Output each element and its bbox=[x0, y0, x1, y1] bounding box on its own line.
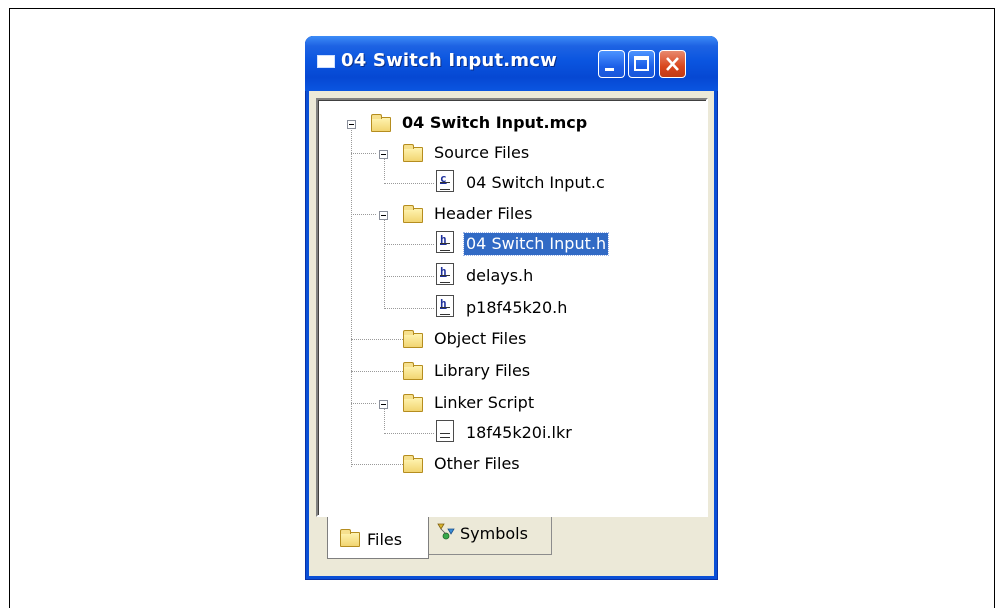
tab-label: Files bbox=[367, 530, 403, 549]
symbols-icon bbox=[437, 523, 455, 540]
project-tree-panel[interactable]: 04 Switch Input.mcp Source Files c 04 Sw… bbox=[316, 98, 708, 517]
tree-node-label: Linker Script bbox=[434, 393, 535, 412]
tree-node-source-file[interactable]: c 04 Switch Input.c bbox=[341, 170, 605, 194]
tree-node-object-files[interactable]: Object Files bbox=[341, 328, 601, 350]
folder-icon bbox=[403, 144, 423, 162]
tree-node-label: Object Files bbox=[434, 329, 527, 348]
tree-node-label: Other Files bbox=[434, 454, 520, 473]
tree-node-linker-file[interactable]: 18f45k20i.lkr bbox=[341, 420, 601, 444]
project-window: 04 Switch Input.mcw 04 Switch Input.mcp … bbox=[305, 36, 718, 580]
tree-node-label: 04 Switch Input.c bbox=[466, 173, 605, 192]
tree-node-other-files[interactable]: Other Files bbox=[341, 453, 601, 475]
tree-node-header-file[interactable]: h delays.h bbox=[341, 263, 601, 287]
folder-icon bbox=[403, 455, 423, 473]
document-icon bbox=[436, 420, 454, 442]
folder-icon bbox=[403, 205, 423, 223]
h-file-icon: h bbox=[436, 231, 454, 253]
collapse-icon[interactable] bbox=[347, 120, 356, 129]
collapse-icon[interactable] bbox=[379, 211, 388, 220]
tree-node-header-files[interactable]: Header Files bbox=[341, 203, 601, 225]
c-file-icon: c bbox=[436, 170, 454, 192]
tree-node-label: p18f45k20.h bbox=[466, 298, 568, 317]
h-file-icon: h bbox=[436, 295, 454, 317]
tree-node-label: Source Files bbox=[434, 143, 530, 162]
tab-strip: Files Symbols bbox=[316, 517, 708, 567]
tree-node-label: 04 Switch Input.h bbox=[462, 232, 610, 256]
tree-node-label: Header Files bbox=[434, 204, 533, 223]
tree-node-header-file-selected[interactable]: h 04 Switch Input.h bbox=[341, 231, 610, 256]
tab-files[interactable]: Files bbox=[327, 517, 429, 559]
folder-icon bbox=[340, 529, 360, 547]
tree-node-label: Library Files bbox=[434, 361, 531, 380]
project-tree: 04 Switch Input.mcp Source Files c 04 Sw… bbox=[3, 0, 1005, 594]
h-file-icon: h bbox=[436, 263, 454, 285]
collapse-icon[interactable] bbox=[379, 150, 388, 159]
tree-node-linker-script[interactable]: Linker Script bbox=[341, 392, 601, 414]
tab-symbols[interactable]: Symbols bbox=[429, 517, 552, 555]
folder-icon bbox=[371, 114, 391, 132]
tree-node-header-file[interactable]: h p18f45k20.h bbox=[341, 295, 601, 319]
collapse-icon[interactable] bbox=[379, 400, 388, 409]
folder-icon bbox=[403, 330, 423, 348]
tree-node-project[interactable]: 04 Switch Input.mcp bbox=[341, 112, 641, 134]
tree-node-source-files[interactable]: Source Files bbox=[341, 142, 601, 164]
folder-icon bbox=[403, 394, 423, 412]
window-client: 04 Switch Input.mcp Source Files c 04 Sw… bbox=[309, 91, 714, 576]
folder-icon bbox=[403, 362, 423, 380]
tab-label: Symbols bbox=[460, 524, 528, 543]
tree-node-label: 18f45k20i.lkr bbox=[466, 423, 572, 442]
tree-node-label: delays.h bbox=[466, 266, 534, 285]
tree-node-label: 04 Switch Input.mcp bbox=[402, 113, 588, 132]
tree-node-library-files[interactable]: Library Files bbox=[341, 360, 601, 382]
